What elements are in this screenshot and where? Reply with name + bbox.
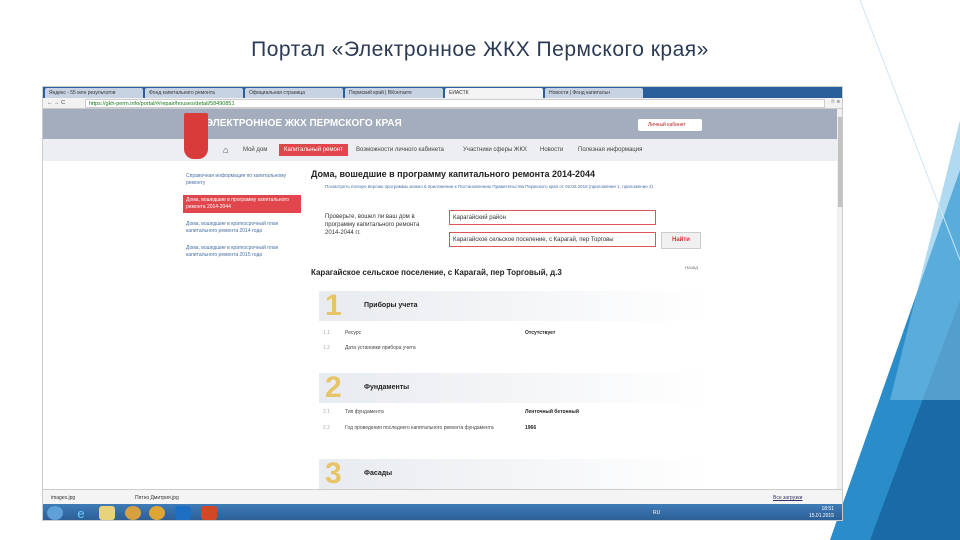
search-prompt: Проверьте, вошел ли ваш дом в программу … [325,214,420,236]
section-number: 1 [325,289,342,322]
clock[interactable]: 18:51 15.01.2015 [809,506,834,520]
nav-capital-repair[interactable]: Капитальный ремонт [279,144,348,156]
outlook-icon[interactable] [175,506,191,520]
media-player-icon[interactable] [125,506,141,520]
browser-tab[interactable]: Новости | Фонд капитальн [545,88,643,98]
chrome-icon[interactable] [149,506,165,520]
main-nav: ⌂ Мой дом Капитальный ремонт Возможности… [43,139,837,161]
row-value: 1966 [525,425,537,431]
section-header: 1 Приборы учета [319,289,709,322]
row-key: Год проведения последнего капитального р… [345,425,494,431]
sidebar-item-active[interactable]: Дома, вошедшие в программу капитального … [183,195,301,213]
section-number: 2 [325,371,342,404]
address-bar-row: ← → C https://gkh-perm.info/portal/#/rep… [43,98,842,109]
start-icon[interactable] [47,506,63,520]
sidebar-item[interactable]: Справочная информация по капитальному ре… [183,171,301,189]
row-key: Ресурс [345,330,362,336]
download-item[interactable]: images.jpg [51,495,75,501]
scrollbar[interactable] [837,109,842,489]
menu-icon[interactable]: ☆ ≡ [830,99,840,105]
nav-participants[interactable]: Участники сферы ЖКХ [463,147,527,153]
powerpoint-icon[interactable] [201,506,217,520]
row-number: 2.2 [323,425,330,431]
row-key: Тип фундамента [345,409,384,415]
page-heading: Дома, вошедшие в программу капитального … [311,169,596,179]
section-title: Фасады [364,470,393,477]
find-button[interactable]: Найти [661,232,701,249]
scrollbar-thumb[interactable] [838,117,842,207]
house-title: Карагайское сельское поселение, с Карага… [311,268,562,277]
section-title: Фундаменты [364,384,410,391]
row-value: Отсутствует [525,330,556,336]
ie-icon[interactable]: e [73,506,89,520]
row-key: Дата установки прибора учета [345,345,416,351]
back-link[interactable]: Назад [685,265,698,270]
row-number: 1.2 [323,345,330,351]
slide-title: Портал «Электронное ЖКХ Пермского края» [251,38,709,61]
program-link[interactable]: Посмотреть полную версию программы можно… [325,184,711,189]
browser-tab-active[interactable]: ЕИАСТК [445,88,543,98]
browser-tab[interactable]: Пермский край | ВКонтакте [345,88,443,98]
row-value: Ленточный бетонный [525,409,579,415]
tab-bar: Яндекс - 55 млн результатов Фонд капитал… [43,87,842,98]
site-title: ЭЛЕКТРОННОЕ ЖКХ ПЕРМСКОГО КРАЯ [206,118,402,129]
download-item[interactable]: Пятно Дмитрия.jpg [135,495,179,501]
row-number: 2.1 [323,409,330,415]
language-indicator[interactable]: RU [653,510,660,516]
taskbar: e RU 18:51 15.01.2015 [43,504,842,520]
site-header: ЭЛЕКТРОННОЕ ЖКХ ПЕРМСКОГО КРАЯ Личный ка… [43,109,837,159]
decorative-triangles [830,0,960,540]
reload-icon[interactable]: C [61,100,65,106]
row-number: 1.1 [323,330,330,336]
browser-screenshot: Яндекс - 55 млн результатов Фонд капитал… [42,86,843,521]
address-input[interactable]: Карагайское сельское поселение, с Карага… [449,232,656,247]
browser-tab[interactable]: Яндекс - 55 млн результатов [45,88,143,98]
section-number: 3 [325,457,342,490]
sidebar-item[interactable]: Дома, вошедшие в краткосрочный план капи… [183,219,301,237]
section-header: 2 Фундаменты [319,371,709,404]
nav-news[interactable]: Новости [540,147,563,153]
date: 15.01.2015 [808,513,834,519]
personal-cabinet-button[interactable]: Личный кабинет [638,119,702,131]
sidebar: Справочная информация по капитальному ре… [183,171,301,267]
explorer-icon[interactable] [99,506,115,520]
sidebar-item[interactable]: Дома, вошедшие в краткосрочный план капи… [183,243,301,261]
nav-cabinet-features[interactable]: Возможности личного кабинета [356,147,444,153]
time: 18:51 [821,506,834,512]
nav-my-house[interactable]: Мой дом [243,147,267,153]
forward-icon[interactable]: → [54,100,60,106]
browser-tab[interactable]: Фонд капитального ремонта [145,88,243,98]
section-title: Приборы учета [364,302,418,309]
download-bar: images.jpg Пятно Дмитрия.jpg Все загрузк… [43,489,842,504]
main-content: Дома, вошедшие в программу капитального … [311,169,711,490]
district-select[interactable]: Карагайский район [449,210,656,225]
perm-coat-of-arms-logo[interactable] [184,113,208,159]
section-header: 3 Фасады [319,457,709,490]
back-icon[interactable]: ← [47,100,53,106]
browser-tab[interactable]: Официальная страница [245,88,343,98]
home-icon[interactable]: ⌂ [223,145,228,155]
all-downloads-link[interactable]: Все загрузки [773,495,802,501]
url-input[interactable]: https://gkh-perm.info/portal/#/repair/ho… [85,99,825,108]
nav-useful-info[interactable]: Полезная информация [578,147,642,153]
